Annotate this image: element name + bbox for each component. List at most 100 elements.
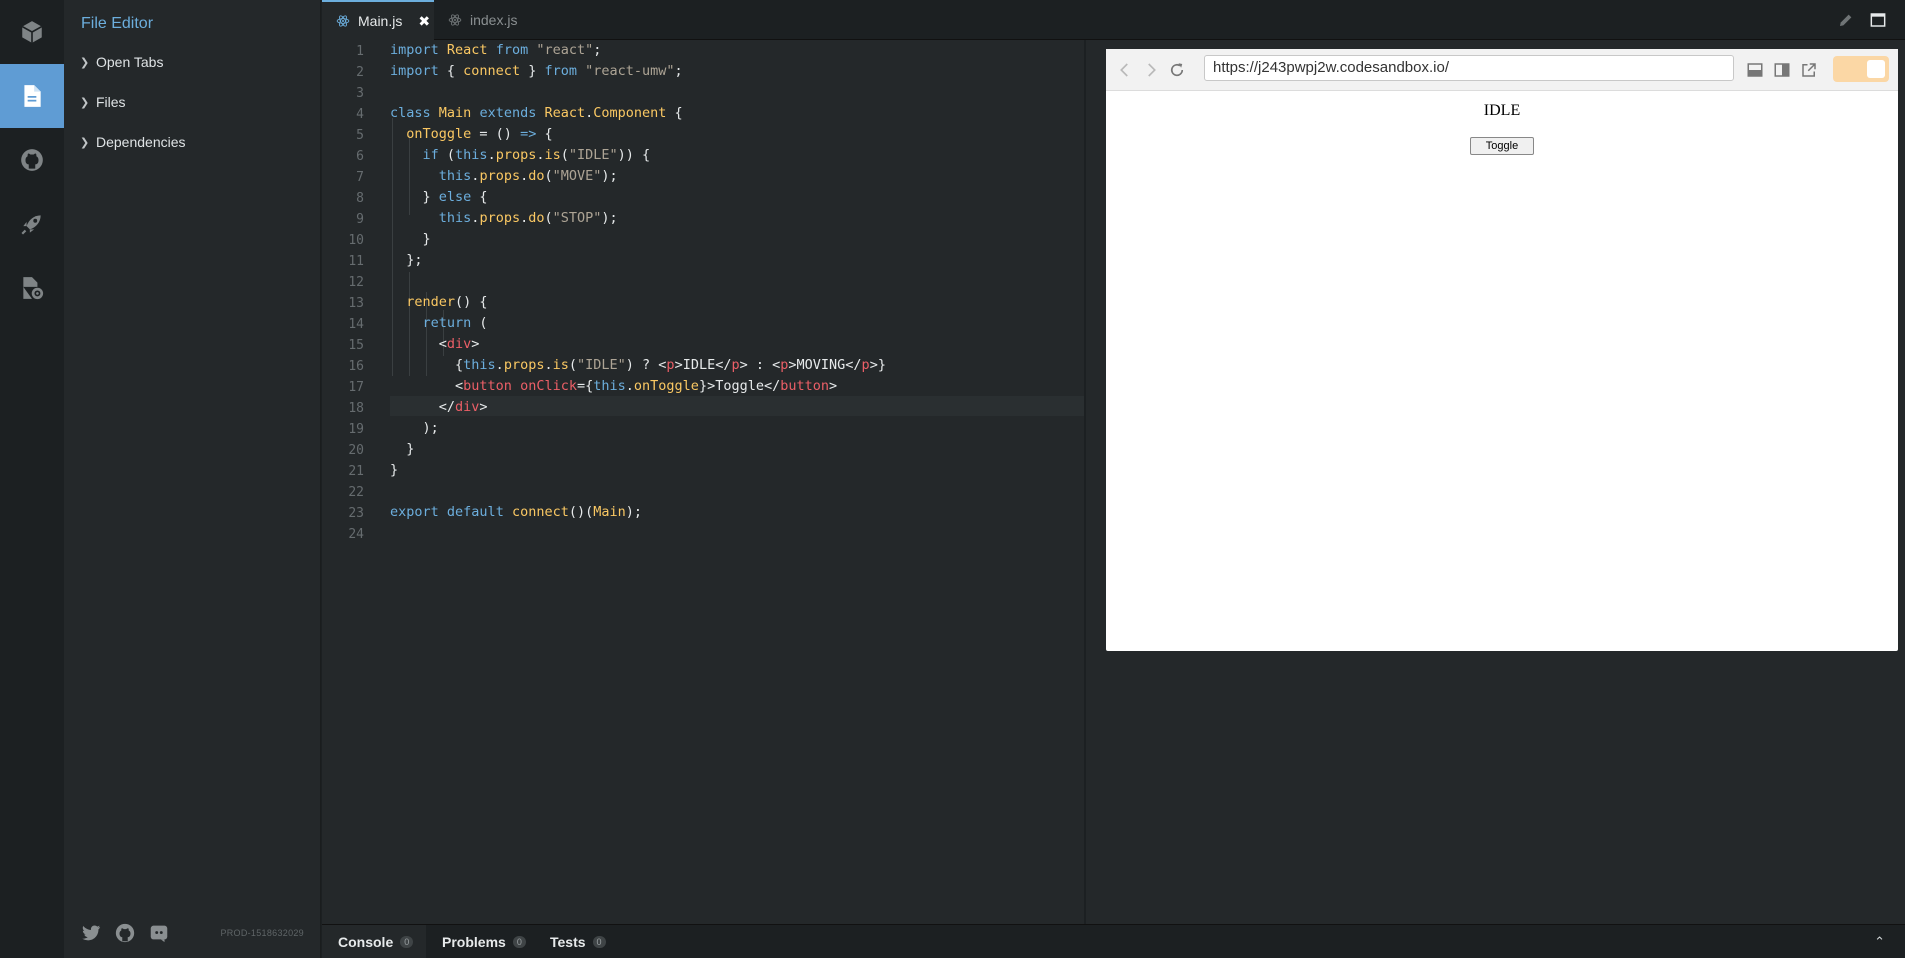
line-number: 2	[356, 65, 364, 80]
sidebar-item-dependencies[interactable]: ❯ Dependencies	[80, 131, 186, 153]
react-icon	[448, 14, 462, 26]
activity-home[interactable]	[0, 0, 64, 64]
activity-deploy[interactable]	[0, 192, 64, 256]
code-line: import { connect } from "react-umw";	[390, 63, 683, 79]
activity-github[interactable]	[0, 128, 64, 192]
line-number: 24	[348, 527, 364, 542]
line-number: 4	[356, 107, 364, 122]
cube-icon	[21, 21, 43, 43]
line-number: 19	[348, 422, 364, 437]
line-number: 16	[348, 359, 364, 374]
sidebar-footer: PROD-1518632029	[64, 908, 321, 958]
preview-toggle-switch[interactable]	[1833, 56, 1889, 82]
code-line: <div>	[390, 336, 480, 352]
activity-bar	[0, 0, 64, 958]
rocket-icon	[21, 215, 41, 235]
bottom-panel-tabs: Console 0 Problems 0 Tests 0 ⌃	[322, 924, 1905, 958]
file-icon	[24, 85, 41, 107]
open-new-window-icon[interactable]	[1800, 61, 1818, 79]
preview-state-text: IDLE	[1483, 102, 1521, 119]
code-line: } else {	[390, 189, 488, 205]
count-badge: 0	[512, 936, 526, 948]
line-number: 15	[348, 338, 364, 353]
browser-preview: https://j243pwpj2w.codesandbox.io/ IDLE …	[1106, 49, 1898, 651]
activity-config[interactable]	[0, 256, 64, 320]
back-icon[interactable]	[1116, 61, 1134, 79]
code-line: }	[390, 231, 431, 247]
chevron-right-icon: ❯	[80, 96, 90, 109]
chevron-right-icon: ❯	[80, 136, 90, 149]
toggle-knob	[1867, 60, 1885, 78]
sidebar-title: File Editor	[81, 15, 154, 32]
tab-label: index.js	[470, 12, 518, 28]
line-number: 14	[348, 317, 364, 332]
line-number: 17	[348, 380, 364, 395]
count-badge: 0	[400, 936, 414, 948]
tab-label: Main.js	[358, 13, 403, 29]
layout-horizontal-icon[interactable]	[1746, 61, 1764, 79]
settings-file-icon	[23, 277, 44, 300]
github-icon[interactable]	[114, 922, 136, 944]
line-number: 21	[348, 464, 364, 479]
active-line-highlight	[390, 396, 1084, 416]
code-line: }	[390, 462, 399, 478]
tab-main-js[interactable]: Main.js ✖	[322, 0, 434, 40]
sidebar-item-label: Files	[96, 94, 126, 110]
code-line: class Main extends React.Component {	[390, 105, 683, 121]
preview-toggle-button[interactable]: Toggle	[1470, 137, 1534, 155]
twitter-icon[interactable]	[80, 922, 102, 944]
sidebar-item-files[interactable]: ❯ Files	[80, 91, 126, 113]
forward-icon[interactable]	[1142, 61, 1160, 79]
line-number: 10	[348, 233, 364, 248]
code-line: if (this.props.is("IDLE")) {	[422, 147, 651, 163]
tab-index-js[interactable]: index.js	[434, 0, 534, 40]
code-line: };	[390, 252, 423, 268]
line-number: 1	[356, 44, 364, 59]
tab-problems[interactable]: Problems 0	[426, 925, 534, 958]
close-icon[interactable]: ✖	[418, 13, 430, 30]
pencil-icon[interactable]	[1838, 12, 1854, 28]
code-line: render() {	[406, 294, 488, 310]
bottom-tab-label: Problems	[442, 934, 506, 950]
tab-console[interactable]: Console 0	[322, 925, 426, 958]
editor-tabs: Main.js ✖ index.js	[322, 0, 1905, 40]
chevron-right-icon: ❯	[80, 56, 90, 69]
discord-icon[interactable]	[148, 922, 170, 944]
browser-navigation: https://j243pwpj2w.codesandbox.io/	[1106, 49, 1898, 91]
code-line: export default connect()(Main);	[390, 504, 643, 520]
code-line: {this.props.is("IDLE") ? <p>IDLE</p> : <…	[390, 357, 886, 373]
line-number: 12	[348, 275, 364, 290]
build-version: PROD-1518632029	[220, 928, 304, 938]
code-editor[interactable]: 1 2 3 4 5 6 7 8 9 10 11 12 13 14 15 16 17 18 19 20 21 22 23 24 …	[322, 40, 1084, 924]
line-number: 13	[348, 296, 364, 311]
line-number: 18	[348, 401, 364, 416]
tab-tests[interactable]: Tests 0	[534, 925, 614, 958]
line-number: 3	[356, 86, 364, 101]
bottom-tab-label: Console	[338, 934, 394, 950]
sidebar: File Editor ❯ Open Tabs ❯ Files ❯ Depend…	[64, 0, 321, 958]
code-line: <button onClick={this.onToggle}>Toggle</…	[390, 378, 838, 394]
count-badge: 0	[592, 936, 606, 948]
code-line: onToggle = () => {	[406, 126, 553, 142]
activity-file-editor[interactable]	[0, 64, 64, 128]
sidebar-item-open-tabs[interactable]: ❯ Open Tabs	[80, 51, 163, 73]
line-number: 23	[348, 506, 364, 521]
code-line: </div>	[390, 399, 488, 415]
code-line: this.props.do("STOP");	[438, 210, 618, 226]
window-icon[interactable]	[1870, 12, 1886, 28]
sidebar-item-label: Dependencies	[96, 134, 186, 150]
code-line: this.props.do("MOVE");	[438, 168, 618, 184]
line-number: 5	[356, 128, 364, 143]
layout-vertical-icon[interactable]	[1773, 61, 1791, 79]
chevron-up-icon[interactable]: ⌃	[1874, 934, 1885, 950]
sidebar-item-label: Open Tabs	[96, 54, 164, 70]
github-icon	[21, 149, 43, 171]
refresh-icon[interactable]	[1168, 61, 1186, 79]
code-line: import React from "react";	[390, 42, 602, 58]
line-number: 8	[356, 191, 364, 206]
line-number: 22	[348, 485, 364, 500]
code-line: );	[390, 420, 439, 436]
code-line: return (	[422, 315, 488, 331]
address-bar[interactable]: https://j243pwpj2w.codesandbox.io/	[1204, 55, 1734, 81]
bottom-tab-label: Tests	[550, 934, 586, 950]
